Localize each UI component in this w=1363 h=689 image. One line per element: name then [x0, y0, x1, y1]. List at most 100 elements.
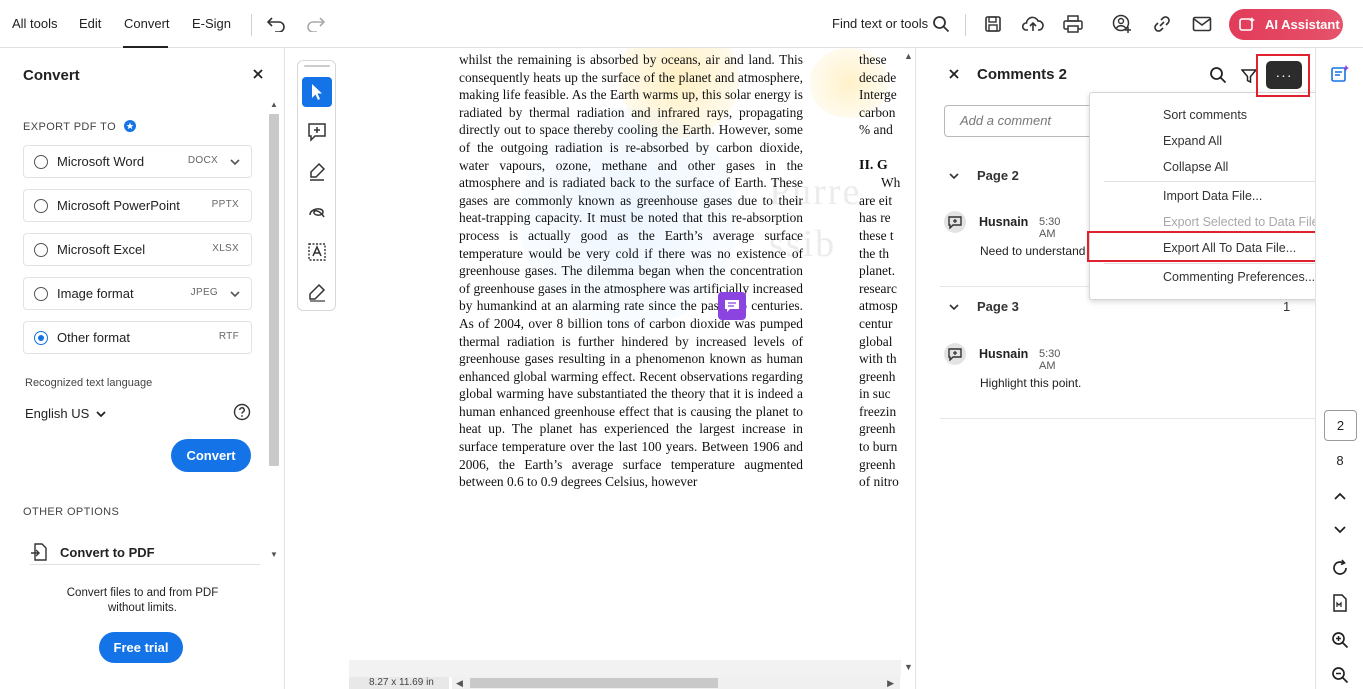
- select-tool[interactable]: [302, 77, 332, 107]
- radio-button[interactable]: [34, 287, 48, 301]
- highlighter-icon: [310, 162, 326, 181]
- page-fit-icon[interactable]: [1330, 593, 1350, 613]
- menu-convert[interactable]: Convert: [124, 16, 170, 31]
- menu-esign[interactable]: E-Sign: [192, 16, 231, 31]
- scroll-right-arrow[interactable]: ▶: [887, 677, 894, 689]
- print-icon[interactable]: [1061, 12, 1085, 36]
- column-2-line: carbon: [859, 104, 896, 120]
- scroll-down-arrow[interactable]: ▼: [904, 662, 913, 672]
- convert-to-pdf-option[interactable]: Convert to PDF: [30, 543, 260, 565]
- column-2-line: freezin: [859, 403, 897, 419]
- sign-tool[interactable]: [302, 277, 332, 307]
- menu-divider: [1104, 263, 1350, 264]
- search-icon[interactable]: [1209, 66, 1227, 84]
- scrollbar-thumb[interactable]: [269, 114, 279, 466]
- convert-button[interactable]: Convert: [171, 439, 251, 472]
- document-vertical-scrollbar[interactable]: ▲ ▼: [901, 48, 915, 678]
- close-icon[interactable]: [948, 68, 960, 80]
- highlight-tool[interactable]: [302, 157, 332, 187]
- format-extension: JPEG: [190, 287, 218, 298]
- column-2-line: of nitro: [859, 474, 899, 490]
- column-2-line: researc: [859, 280, 897, 296]
- annotation-highlight-box: [1256, 54, 1310, 97]
- radio-button[interactable]: [34, 243, 48, 257]
- export-pdf-to-label: EXPORT PDF TO: [23, 120, 136, 133]
- scroll-up-arrow[interactable]: ▲: [904, 51, 913, 61]
- comments-title: Comments 2: [977, 66, 1068, 83]
- radio-button[interactable]: [34, 199, 48, 213]
- page-size-indicator: 8.27 x 11.69 in: [349, 677, 449, 689]
- chevron-up-icon[interactable]: [1330, 486, 1350, 506]
- help-icon[interactable]: [233, 403, 251, 421]
- rail-grip[interactable]: [304, 65, 330, 67]
- save-icon[interactable]: [981, 12, 1005, 36]
- column-2-line: global: [859, 333, 893, 349]
- document-page[interactable]: Purre ssib whilst the remaining is absor…: [349, 48, 901, 660]
- add-comment-tool[interactable]: [302, 117, 332, 147]
- language-label: Recognized text language: [25, 377, 153, 389]
- convert-panel-title: Convert: [23, 67, 80, 84]
- chevron-down-icon[interactable]: [948, 301, 960, 313]
- format-option-image[interactable]: Image format JPEG: [23, 277, 252, 310]
- chevron-down-icon[interactable]: [95, 408, 107, 420]
- menu-item-sort-comments[interactable]: Sort comments: [1163, 108, 1247, 122]
- filter-icon[interactable]: [1241, 68, 1257, 84]
- chevron-down-icon[interactable]: [229, 156, 241, 168]
- scroll-left-arrow[interactable]: ◀: [456, 677, 463, 689]
- menu-item-commenting-preferences[interactable]: Commenting Preferences...: [1163, 270, 1315, 284]
- menu-item-collapse-all[interactable]: Collapse All: [1163, 160, 1228, 174]
- column-2-line: Interge: [859, 87, 897, 103]
- comment-bubble-icon: [948, 215, 962, 229]
- redo-icon[interactable]: [304, 12, 328, 36]
- section-heading: II. G: [859, 157, 888, 173]
- add-comment-input[interactable]: Add a comment: [944, 105, 1104, 137]
- comments-panel-icon[interactable]: [1330, 64, 1350, 84]
- chevron-down-icon[interactable]: [229, 288, 241, 300]
- menu-item-import-data[interactable]: Import Data File...: [1163, 189, 1262, 203]
- menu-divider: [1104, 181, 1350, 182]
- menu-item-expand-all[interactable]: Expand All: [1163, 134, 1222, 148]
- chevron-down-icon[interactable]: [1330, 520, 1350, 540]
- format-option-powerpoint[interactable]: Microsoft PowerPoint PPTX: [23, 189, 252, 222]
- menu-all-tools[interactable]: All tools: [12, 16, 58, 31]
- cloud-upload-icon[interactable]: [1021, 12, 1045, 36]
- language-select[interactable]: English US: [25, 406, 89, 421]
- format-option-excel[interactable]: Microsoft Excel XLSX: [23, 233, 252, 266]
- close-icon[interactable]: [251, 67, 265, 81]
- scrollbar-thumb[interactable]: [470, 678, 718, 688]
- column-2-line: these: [859, 52, 887, 67]
- free-trial-button[interactable]: Free trial: [99, 632, 183, 663]
- share-user-icon[interactable]: [1110, 12, 1134, 36]
- text-box-tool[interactable]: [302, 237, 332, 267]
- zoom-out-icon[interactable]: [1330, 665, 1350, 685]
- left-panel-scrollbar[interactable]: ▲ ▼: [268, 98, 280, 564]
- document-horizontal-scrollbar[interactable]: ◀ ▶: [452, 677, 900, 689]
- link-icon[interactable]: [1150, 12, 1174, 36]
- scroll-up-arrow[interactable]: ▲: [268, 100, 280, 110]
- chevron-down-icon[interactable]: [948, 170, 960, 182]
- zoom-in-icon[interactable]: [1330, 630, 1350, 650]
- format-option-word[interactable]: Microsoft Word DOCX: [23, 145, 252, 178]
- current-page-input[interactable]: 2: [1324, 410, 1357, 441]
- rotate-icon[interactable]: [1330, 558, 1350, 578]
- page-group-label: Page 3: [977, 299, 1019, 314]
- find-text-button[interactable]: Find text or tools: [832, 16, 928, 31]
- comment-marker[interactable]: [718, 292, 746, 320]
- scroll-down-arrow[interactable]: ▼: [268, 550, 280, 560]
- search-icon[interactable]: [929, 12, 953, 36]
- ai-assistant-button[interactable]: AI Assistant: [1229, 9, 1343, 40]
- format-option-other[interactable]: Other format RTF: [23, 321, 252, 354]
- radio-button[interactable]: [34, 155, 48, 169]
- column-2-line: these t: [859, 227, 894, 243]
- ai-assistant-label: AI Assistant: [1265, 17, 1340, 32]
- radio-button-selected[interactable]: [34, 331, 48, 345]
- avatar: [944, 343, 966, 365]
- draw-tool[interactable]: [302, 197, 332, 227]
- document-gutter: [349, 660, 901, 677]
- menu-edit[interactable]: Edit: [79, 16, 101, 31]
- undo-icon[interactable]: [264, 12, 288, 36]
- email-icon[interactable]: [1190, 12, 1214, 36]
- toolbar-divider: [251, 14, 252, 36]
- column-2-spacer: [859, 139, 901, 157]
- text-box-icon: [308, 243, 326, 261]
